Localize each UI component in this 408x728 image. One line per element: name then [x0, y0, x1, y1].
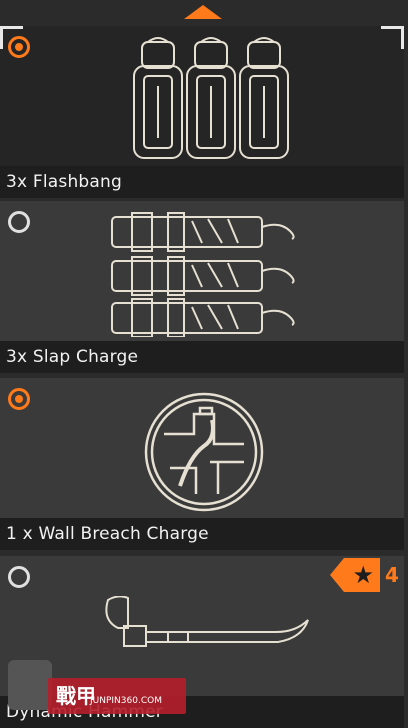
level-badge: ★ 4: [330, 558, 404, 592]
loadout-item-flashbang[interactable]: 3x Flashbang: [0, 26, 404, 198]
slap-charge-icon: [111, 212, 295, 337]
level-count: 4: [380, 558, 404, 592]
radio-button[interactable]: [8, 211, 30, 233]
flashbang-icon: [133, 37, 289, 159]
loadout-item-wall-breach-charge[interactable]: 1 x Wall Breach Charge: [0, 378, 404, 550]
chevron-up-icon: [184, 5, 222, 19]
item-label: 1 x Wall Breach Charge: [6, 524, 209, 544]
star-icon: ★: [352, 561, 374, 589]
loadout-item-slap-charge[interactable]: 3x Slap Charge: [0, 201, 404, 373]
item-label-bar: 1 x Wall Breach Charge: [0, 518, 404, 550]
selection-bracket: [381, 26, 404, 49]
radio-button[interactable]: [8, 566, 30, 588]
watermark-stamp: [8, 660, 52, 710]
item-label-bar: 3x Slap Charge: [0, 341, 404, 373]
scroll-up-button[interactable]: [183, 5, 223, 23]
radio-button-selected[interactable]: [8, 388, 30, 410]
item-label-bar: 3x Flashbang: [0, 166, 404, 198]
radio-button-selected[interactable]: [8, 36, 30, 58]
item-label: 3x Slap Charge: [6, 347, 139, 367]
dynamic-hammer-icon: [105, 596, 309, 647]
item-label: 3x Flashbang: [6, 172, 123, 192]
watermark-url: JUNPIN360.COM: [90, 696, 162, 706]
watermark: 戰甲 JUNPIN360.COM: [8, 660, 186, 718]
wall-breach-charge-icon: [144, 392, 264, 512]
